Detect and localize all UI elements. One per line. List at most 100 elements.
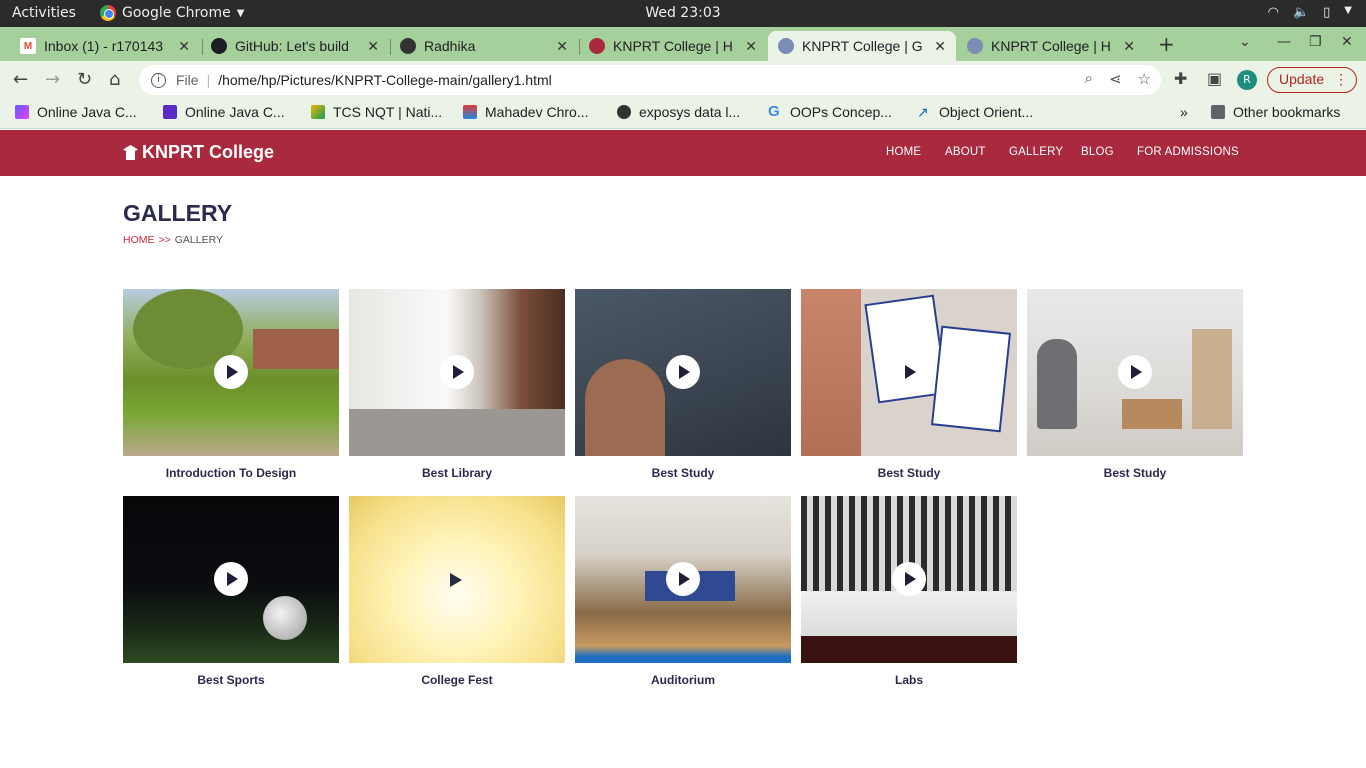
more-icon[interactable]: ⋮ [1334, 68, 1348, 91]
bookmark-favicon-icon [311, 105, 325, 119]
bookmark-item[interactable]: TCS NQT | Nati... [311, 104, 442, 120]
play-icon[interactable] [892, 562, 926, 596]
info-icon[interactable]: i [151, 72, 166, 88]
bookmarks-bar: Online Java C... Online Java C... TCS NQ… [0, 99, 1366, 129]
graduation-cap-icon [123, 145, 138, 160]
breadcrumb-home[interactable]: HOME [123, 234, 155, 246]
video-thumbnail[interactable] [123, 289, 339, 456]
play-icon[interactable] [666, 355, 700, 389]
floor-shape [801, 636, 1017, 663]
bookmark-item[interactable]: Online Java C... [163, 104, 285, 120]
gallery-caption: Introduction To Design [165, 466, 297, 480]
desk-shape [1192, 329, 1232, 429]
video-thumbnail[interactable] [1027, 289, 1243, 456]
battery-icon: ▯ [1323, 5, 1331, 20]
tab-radhika[interactable]: Radhika ✕ [390, 31, 578, 61]
home-icon[interactable]: ⌂ [109, 69, 120, 90]
gallery-caption: Best Study [1103, 466, 1167, 480]
video-thumbnail[interactable] [123, 496, 339, 663]
bookmark-favicon-icon [15, 105, 29, 119]
chart-icon: ↗ [917, 104, 929, 120]
nav-about[interactable]: ABOUT [945, 146, 986, 158]
minimize-icon[interactable]: — [1277, 34, 1291, 50]
tab-gmail[interactable]: M Inbox (1) - r170143 ✕ [10, 31, 200, 61]
tab-knprt-home-2[interactable]: KNPRT College | H ✕ [957, 31, 1145, 61]
nav-gallery[interactable]: GALLERY [1009, 146, 1063, 158]
bookmarks-overflow[interactable]: » [1180, 104, 1188, 120]
bookmark-item[interactable]: G OOPs Concep... [768, 104, 892, 120]
play-icon[interactable] [440, 355, 474, 389]
url-divider: | [206, 72, 211, 88]
play-icon[interactable] [892, 355, 926, 389]
close-icon[interactable]: ✕ [934, 38, 946, 55]
video-thumbnail[interactable] [575, 289, 791, 456]
page-title: GALLERY [123, 200, 233, 226]
bookmark-item[interactable]: exposys data l... [617, 104, 740, 120]
activities-button[interactable]: Activities [12, 5, 76, 21]
new-tab-button[interactable]: + [1158, 32, 1175, 56]
person-shape [1037, 339, 1077, 429]
bookmark-favicon-icon [463, 105, 477, 119]
site-logo[interactable]: KNPRT College [123, 142, 274, 163]
page-content: KNPRT College HOME ABOUT GALLERY BLOG FO… [0, 130, 1366, 768]
video-thumbnail[interactable] [349, 496, 565, 663]
extensions-icon[interactable]: ✚ [1174, 69, 1187, 88]
tab-knprt-gallery[interactable]: KNPRT College | G ✕ [768, 31, 956, 61]
avatar[interactable]: R [1237, 70, 1257, 90]
nav-home[interactable]: HOME [886, 146, 921, 158]
gallery-caption: Best Study [651, 466, 715, 480]
bookmark-item[interactable]: Online Java C... [15, 104, 137, 120]
notebook-shape [930, 325, 1012, 433]
star-icon[interactable]: ☆ [1138, 70, 1151, 88]
back-icon[interactable]: ← [13, 69, 28, 90]
close-icon[interactable]: ✕ [745, 38, 757, 55]
play-icon[interactable] [666, 562, 700, 596]
college-icon [589, 38, 605, 54]
close-window-icon[interactable]: ✕ [1341, 34, 1353, 50]
gallery-caption: Labs [894, 673, 923, 687]
google-icon: G [768, 103, 780, 120]
close-icon[interactable]: ✕ [178, 38, 190, 55]
play-icon[interactable] [214, 562, 248, 596]
gmail-icon: M [20, 38, 36, 54]
address-bar[interactable]: i File | /home/hp/Pictures/KNPRT-College… [139, 65, 1161, 95]
tab-github[interactable]: GitHub: Let's build ✕ [201, 31, 389, 61]
reload-icon[interactable]: ↻ [77, 69, 92, 90]
tab-search-icon[interactable]: ⌄ [1239, 34, 1251, 50]
college-icon [778, 38, 794, 54]
globe-icon [400, 38, 416, 54]
update-button[interactable]: Update ⋮ [1267, 67, 1357, 93]
nav-admissions[interactable]: FOR ADMISSIONS [1137, 146, 1239, 158]
side-panel-icon[interactable]: ▣ [1207, 69, 1222, 88]
nav-blog[interactable]: BLOG [1081, 146, 1114, 158]
brand-name: KNPRT College [142, 142, 275, 162]
system-tray[interactable]: ◠ 🔈 ▯ ▼ [1268, 5, 1352, 20]
zoom-icon[interactable]: ⌕ [1085, 70, 1093, 88]
share-icon[interactable]: ⋖ [1109, 70, 1122, 88]
video-thumbnail[interactable] [801, 289, 1017, 456]
close-icon[interactable]: ✕ [1123, 38, 1135, 55]
close-icon[interactable]: ✕ [556, 38, 568, 55]
chrome-icon [100, 5, 116, 21]
desk-shape [1122, 399, 1182, 429]
tab-knprt-home[interactable]: KNPRT College | H ✕ [579, 31, 767, 61]
site-navbar: KNPRT College HOME ABOUT GALLERY BLOG FO… [0, 130, 1366, 176]
restore-icon[interactable]: ❐ [1309, 34, 1322, 50]
breadcrumb-current: GALLERY [174, 234, 224, 246]
video-thumbnail[interactable] [801, 496, 1017, 663]
close-icon[interactable]: ✕ [367, 38, 379, 55]
play-icon[interactable] [1118, 355, 1152, 389]
update-label: Update [1279, 71, 1325, 87]
other-bookmarks[interactable]: Other bookmarks [1211, 104, 1340, 120]
video-thumbnail[interactable] [575, 496, 791, 663]
gallery-caption: College Fest [421, 673, 493, 687]
forward-icon[interactable]: → [45, 69, 60, 90]
football-shape [263, 596, 307, 640]
play-icon[interactable] [214, 355, 248, 389]
app-menu[interactable]: Google Chrome ▼ [100, 5, 244, 21]
chevron-down-icon: ▼ [1344, 5, 1352, 16]
bookmark-item[interactable]: ↗ Object Orient... [917, 104, 1033, 120]
bookmark-item[interactable]: Mahadev Chro... [463, 104, 589, 120]
play-icon[interactable] [450, 573, 462, 587]
video-thumbnail[interactable] [349, 289, 565, 456]
